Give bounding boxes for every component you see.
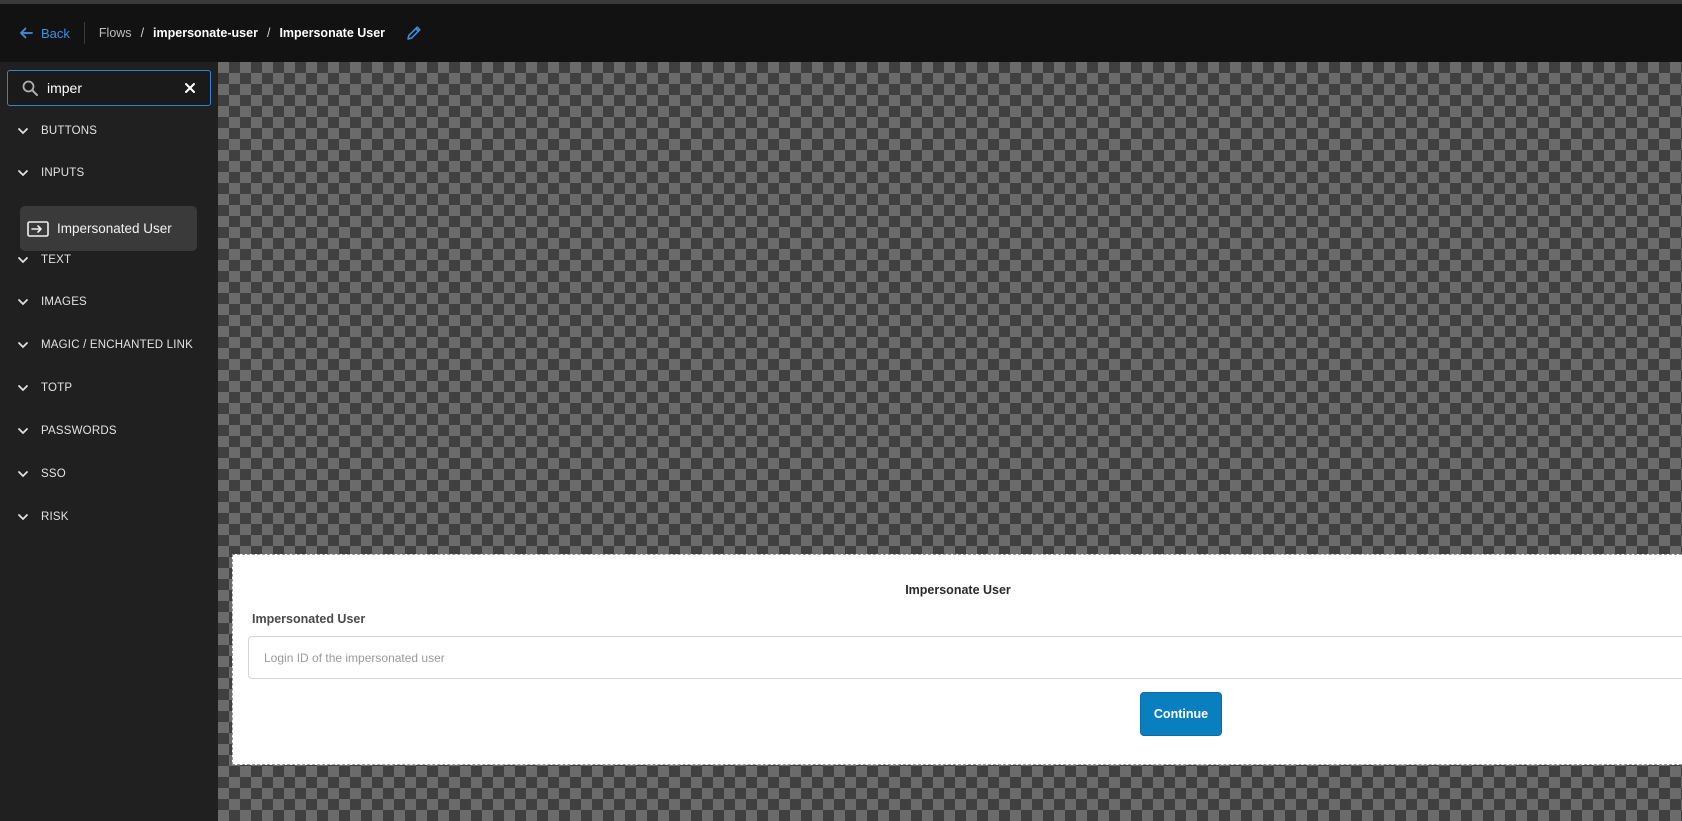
screen-panel[interactable]: Impersonate User Impersonated User Conti… [232, 554, 1682, 765]
chevron-down-icon [18, 385, 28, 392]
category-label: MAGIC / ENCHANTED LINK [41, 339, 194, 351]
breadcrumb-flows[interactable]: Flows [99, 26, 132, 40]
components-sidebar: BUTTONS INPUTS Impersonated User TEXT IM… [0, 62, 218, 821]
chevron-down-icon [18, 428, 28, 435]
impersonated-user-label: Impersonated User [252, 612, 366, 626]
screen-canvas[interactable]: Impersonate User Impersonated User Conti… [218, 62, 1682, 821]
category-risk[interactable]: RISK [0, 502, 218, 532]
category-label: PASSWORDS [41, 425, 117, 437]
breadcrumb-flow[interactable]: impersonate-user [153, 26, 258, 40]
breadcrumb-screen: Impersonate User [279, 26, 386, 40]
category-sso[interactable]: SSO [0, 459, 218, 489]
category-label: TOTP [41, 382, 73, 394]
breadcrumb-separator: / [140, 26, 145, 40]
search-icon [22, 80, 38, 96]
chevron-down-icon [18, 170, 28, 177]
chevron-down-icon [18, 128, 28, 135]
close-icon[interactable] [184, 82, 196, 94]
arrow-left-icon [20, 27, 33, 39]
screen-title: Impersonate User [905, 583, 1011, 597]
back-button[interactable]: Back [19, 26, 70, 41]
header-divider [83, 22, 85, 44]
category-label: BUTTONS [41, 125, 98, 137]
category-label: IMAGES [41, 296, 87, 308]
search-input[interactable] [47, 80, 177, 96]
impersonated-user-input[interactable] [248, 636, 1682, 679]
category-inputs[interactable]: INPUTS [0, 158, 218, 188]
chevron-down-icon [18, 299, 28, 306]
category-totp[interactable]: TOTP [0, 373, 218, 403]
chevron-down-icon [18, 471, 28, 478]
category-passwords[interactable]: PASSWORDS [0, 416, 218, 446]
component-label: Impersonated User [57, 221, 172, 236]
breadcrumb: Flows / impersonate-user / Impersonate U… [99, 26, 385, 40]
top-bar: Back Flows / impersonate-user / Imperson… [0, 4, 1682, 62]
category-label: INPUTS [41, 167, 85, 179]
category-label: SSO [41, 468, 66, 480]
category-text[interactable]: TEXT [0, 245, 218, 275]
chevron-down-icon [18, 257, 28, 264]
back-label: Back [41, 25, 70, 41]
category-buttons[interactable]: BUTTONS [0, 116, 218, 146]
chevron-down-icon [18, 514, 28, 521]
input-field-icon [27, 220, 49, 237]
category-magic-link[interactable]: MAGIC / ENCHANTED LINK [0, 330, 218, 360]
search-field [7, 70, 211, 106]
category-label: RISK [41, 511, 69, 523]
category-images[interactable]: IMAGES [0, 287, 218, 317]
pencil-icon[interactable] [405, 24, 423, 42]
continue-button[interactable]: Continue [1140, 692, 1222, 736]
chevron-down-icon [18, 342, 28, 349]
breadcrumb-separator: / [266, 26, 271, 40]
category-label: TEXT [41, 254, 72, 266]
